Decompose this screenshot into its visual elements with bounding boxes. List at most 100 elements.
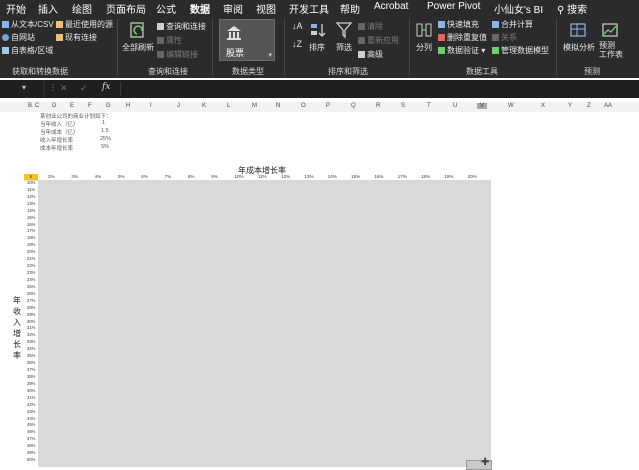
- relationships-button[interactable]: 关系: [492, 32, 517, 43]
- consolidate-button[interactable]: 合并计算: [492, 19, 533, 30]
- data-model-icon: [492, 47, 499, 54]
- tab-page-layout[interactable]: 页面布局: [106, 1, 146, 16]
- sort-ascending-button[interactable]: ↓A: [292, 21, 303, 31]
- x-tick-label: 6%: [141, 174, 148, 179]
- from-text-csv-button[interactable]: 从文本/CSV: [2, 19, 54, 30]
- y-tick-label: 15%: [27, 214, 36, 220]
- advanced-filter-button[interactable]: 高级: [358, 49, 383, 60]
- column-header[interactable]: N: [276, 103, 280, 109]
- gallery-more-icon[interactable]: ▾: [268, 51, 272, 59]
- y-tick-label: 47%: [27, 436, 36, 442]
- name-box-divider: [43, 80, 45, 98]
- column-header[interactable]: C: [35, 103, 39, 109]
- column-header[interactable]: Z: [587, 103, 591, 109]
- refresh-all-button[interactable]: 全部刷新: [122, 42, 154, 53]
- info-line: 成本年增长率: [40, 146, 74, 152]
- column-header[interactable]: X: [541, 103, 545, 109]
- y-tick-label: 36%: [27, 360, 36, 366]
- column-header[interactable]: AA: [604, 103, 612, 109]
- tab-view[interactable]: 视图: [256, 1, 276, 16]
- tab-home[interactable]: 开始: [6, 1, 26, 16]
- text-to-columns-button[interactable]: 分列: [416, 42, 432, 53]
- data-validation-button[interactable]: 数据验证 ▾: [438, 45, 485, 56]
- queries-connections-button[interactable]: 查询和连接: [157, 21, 206, 32]
- column-header[interactable]: F: [88, 103, 92, 109]
- tab-acrobat[interactable]: Acrobat: [374, 1, 408, 12]
- column-header[interactable]: B: [28, 103, 32, 109]
- column-header[interactable]: R: [376, 103, 380, 109]
- what-if-analysis-button[interactable]: 模拟分析: [563, 42, 595, 53]
- stocks-label: 股票: [226, 48, 245, 58]
- tab-help[interactable]: 帮助: [340, 1, 360, 16]
- filter-button[interactable]: 筛选: [336, 42, 352, 53]
- tab-data[interactable]: 数据: [190, 1, 210, 18]
- sort-button[interactable]: 排序: [309, 42, 325, 53]
- tab-insert[interactable]: 插入: [38, 1, 58, 16]
- link-icon: [157, 51, 164, 58]
- remove-duplicates-icon: [438, 34, 445, 41]
- forecast-sheet-icon: [602, 23, 618, 37]
- existing-connections-button[interactable]: 现有连接: [56, 32, 97, 43]
- flash-fill-icon: [438, 21, 445, 28]
- tab-draw[interactable]: 绘图: [72, 1, 92, 16]
- column-header[interactable]: D: [52, 103, 56, 109]
- y-tick-label: 19%: [27, 242, 36, 248]
- x-tick-label: 8%: [187, 174, 195, 179]
- column-header[interactable]: T: [427, 103, 431, 109]
- column-header[interactable]: W: [508, 103, 514, 109]
- y-tick-label: 10%: [27, 180, 36, 185]
- group-label-forecast: 预测: [584, 67, 600, 76]
- column-header[interactable]: P: [326, 103, 330, 109]
- remove-duplicates-button[interactable]: 删除重复值: [438, 32, 487, 43]
- column-header-selected[interactable]: V: [477, 103, 488, 109]
- cancel-entry-button[interactable]: ✕: [60, 83, 68, 94]
- formula-input[interactable]: [120, 82, 639, 96]
- sort-descending-button[interactable]: ↓Z: [292, 39, 302, 49]
- flash-fill-button[interactable]: 快速填充: [438, 19, 479, 30]
- tab-formulas[interactable]: 公式: [156, 1, 176, 16]
- column-header[interactable]: Q: [351, 103, 356, 109]
- column-header[interactable]: M: [252, 103, 257, 109]
- consolidate-icon: [492, 21, 499, 28]
- reapply-button[interactable]: 重新应用: [358, 35, 399, 46]
- data-table-range[interactable]: [38, 180, 491, 467]
- recent-icon: [56, 21, 63, 28]
- y-tick-label: 50%: [27, 457, 36, 463]
- column-header[interactable]: H: [126, 103, 130, 109]
- column-header[interactable]: K: [202, 103, 206, 109]
- manage-data-model-button[interactable]: 管理数据模型: [492, 45, 549, 56]
- name-box-dropdown-icon[interactable]: ▾: [22, 83, 26, 92]
- search-box[interactable]: ⚲ 搜索: [557, 1, 587, 16]
- tab-custom-bi[interactable]: 小仙女's BI: [494, 1, 543, 16]
- from-web-button[interactable]: 自网站: [2, 32, 35, 43]
- more-options-icon[interactable]: ⋮: [49, 83, 57, 92]
- connection-icon: [56, 34, 63, 41]
- filter-icon: [335, 22, 353, 39]
- column-header[interactable]: E: [70, 103, 74, 109]
- column-header[interactable]: Y: [568, 103, 572, 109]
- insert-function-button[interactable]: fx: [102, 82, 110, 92]
- column-header[interactable]: S: [401, 103, 405, 109]
- relationships-icon: [492, 34, 499, 41]
- bank-icon: [227, 26, 241, 40]
- clear-filter-button[interactable]: 清除: [358, 21, 383, 32]
- column-header[interactable]: L: [227, 103, 230, 109]
- column-header[interactable]: U: [453, 103, 457, 109]
- y-tick-label: 28%: [27, 304, 36, 310]
- recent-sources-button[interactable]: 最近使用的源: [56, 19, 113, 30]
- clear-icon: [358, 23, 365, 30]
- column-header[interactable]: O: [301, 103, 306, 109]
- column-header[interactable]: I: [150, 103, 152, 109]
- forecast-sheet-button[interactable]: 预测 工作表: [599, 41, 623, 59]
- tab-developer[interactable]: 开发工具: [289, 1, 329, 16]
- confirm-entry-button[interactable]: ✓: [80, 83, 88, 94]
- column-header[interactable]: G: [106, 103, 111, 109]
- tab-power-pivot[interactable]: Power Pivot: [427, 1, 480, 12]
- y-tick-label: 24%: [27, 276, 36, 282]
- column-header[interactable]: J: [177, 103, 180, 109]
- properties-button[interactable]: 属性: [157, 35, 182, 46]
- from-table-button[interactable]: 自表格/区域: [2, 45, 53, 56]
- stocks-data-type-gallery[interactable]: 股票 ▾: [219, 19, 275, 61]
- tab-review[interactable]: 审阅: [223, 1, 243, 16]
- edit-links-button[interactable]: 编辑链接: [157, 49, 198, 60]
